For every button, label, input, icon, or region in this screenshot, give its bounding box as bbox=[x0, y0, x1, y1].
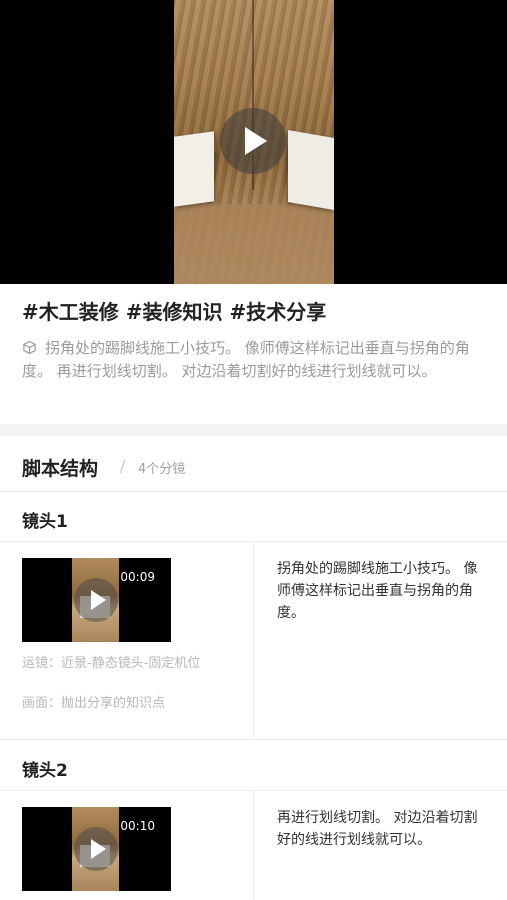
shot-row-2: 00:10 再进行划线切割。 对边沿着切割好的线进行划线就可以。 bbox=[0, 791, 507, 900]
shot-media-column: 00:10 bbox=[0, 791, 254, 900]
shot-scene-info: 画面：抛出分享的知识点 bbox=[22, 696, 166, 711]
play-icon[interactable] bbox=[220, 108, 286, 174]
shot-row-1: 00:09 运镜：近景-静态镜头-固定机位 画面：抛出分享的知识点 拐角处的踢脚… bbox=[0, 542, 507, 740]
section-separator: / bbox=[120, 456, 126, 475]
cube-icon bbox=[23, 340, 36, 355]
shot-header-2: 镜头2 bbox=[0, 741, 507, 791]
shot-header-1: 镜头1 bbox=[0, 492, 507, 542]
shot-thumbnail[interactable]: 00:09 bbox=[22, 558, 171, 642]
shot-script-text: 拐角处的踢脚线施工小技巧。 像师傅这样标记出垂直与拐角的角度。 bbox=[277, 561, 478, 621]
section-title: 脚本结构 bbox=[22, 458, 99, 480]
shot-thumbnail[interactable]: 00:10 bbox=[22, 807, 171, 891]
video-player[interactable] bbox=[0, 0, 507, 284]
shot-duration: 00:09 bbox=[120, 570, 155, 584]
section-divider bbox=[0, 424, 507, 436]
play-icon[interactable] bbox=[74, 827, 118, 871]
script-structure-header: 脚本结构 / 4个分镜 bbox=[0, 436, 507, 492]
shot-label: 镜头1 bbox=[22, 512, 68, 532]
post-description: 拐角处的踢脚线施工小技巧。 像师傅这样标记出垂直与拐角的角度。 再进行划线切割。… bbox=[22, 337, 490, 383]
shot-camera-info: 运镜：近景-静态镜头-固定机位 bbox=[22, 656, 201, 671]
shot-script-text: 再进行划线切割。 对边沿着切割好的线进行划线就可以。 bbox=[277, 810, 478, 848]
post-title: #木工装修 #装修知识 #技术分享 bbox=[22, 300, 327, 324]
play-icon[interactable] bbox=[74, 578, 118, 622]
shot-label: 镜头2 bbox=[22, 761, 68, 781]
shot-duration: 00:10 bbox=[120, 819, 155, 833]
description-text: 拐角处的踢脚线施工小技巧。 像师傅这样标记出垂直与拐角的角度。 再进行划线切割。… bbox=[22, 339, 470, 380]
shot-media-column: 00:09 运镜：近景-静态镜头-固定机位 画面：抛出分享的知识点 bbox=[0, 542, 254, 739]
shot-count: 4个分镜 bbox=[138, 462, 186, 477]
